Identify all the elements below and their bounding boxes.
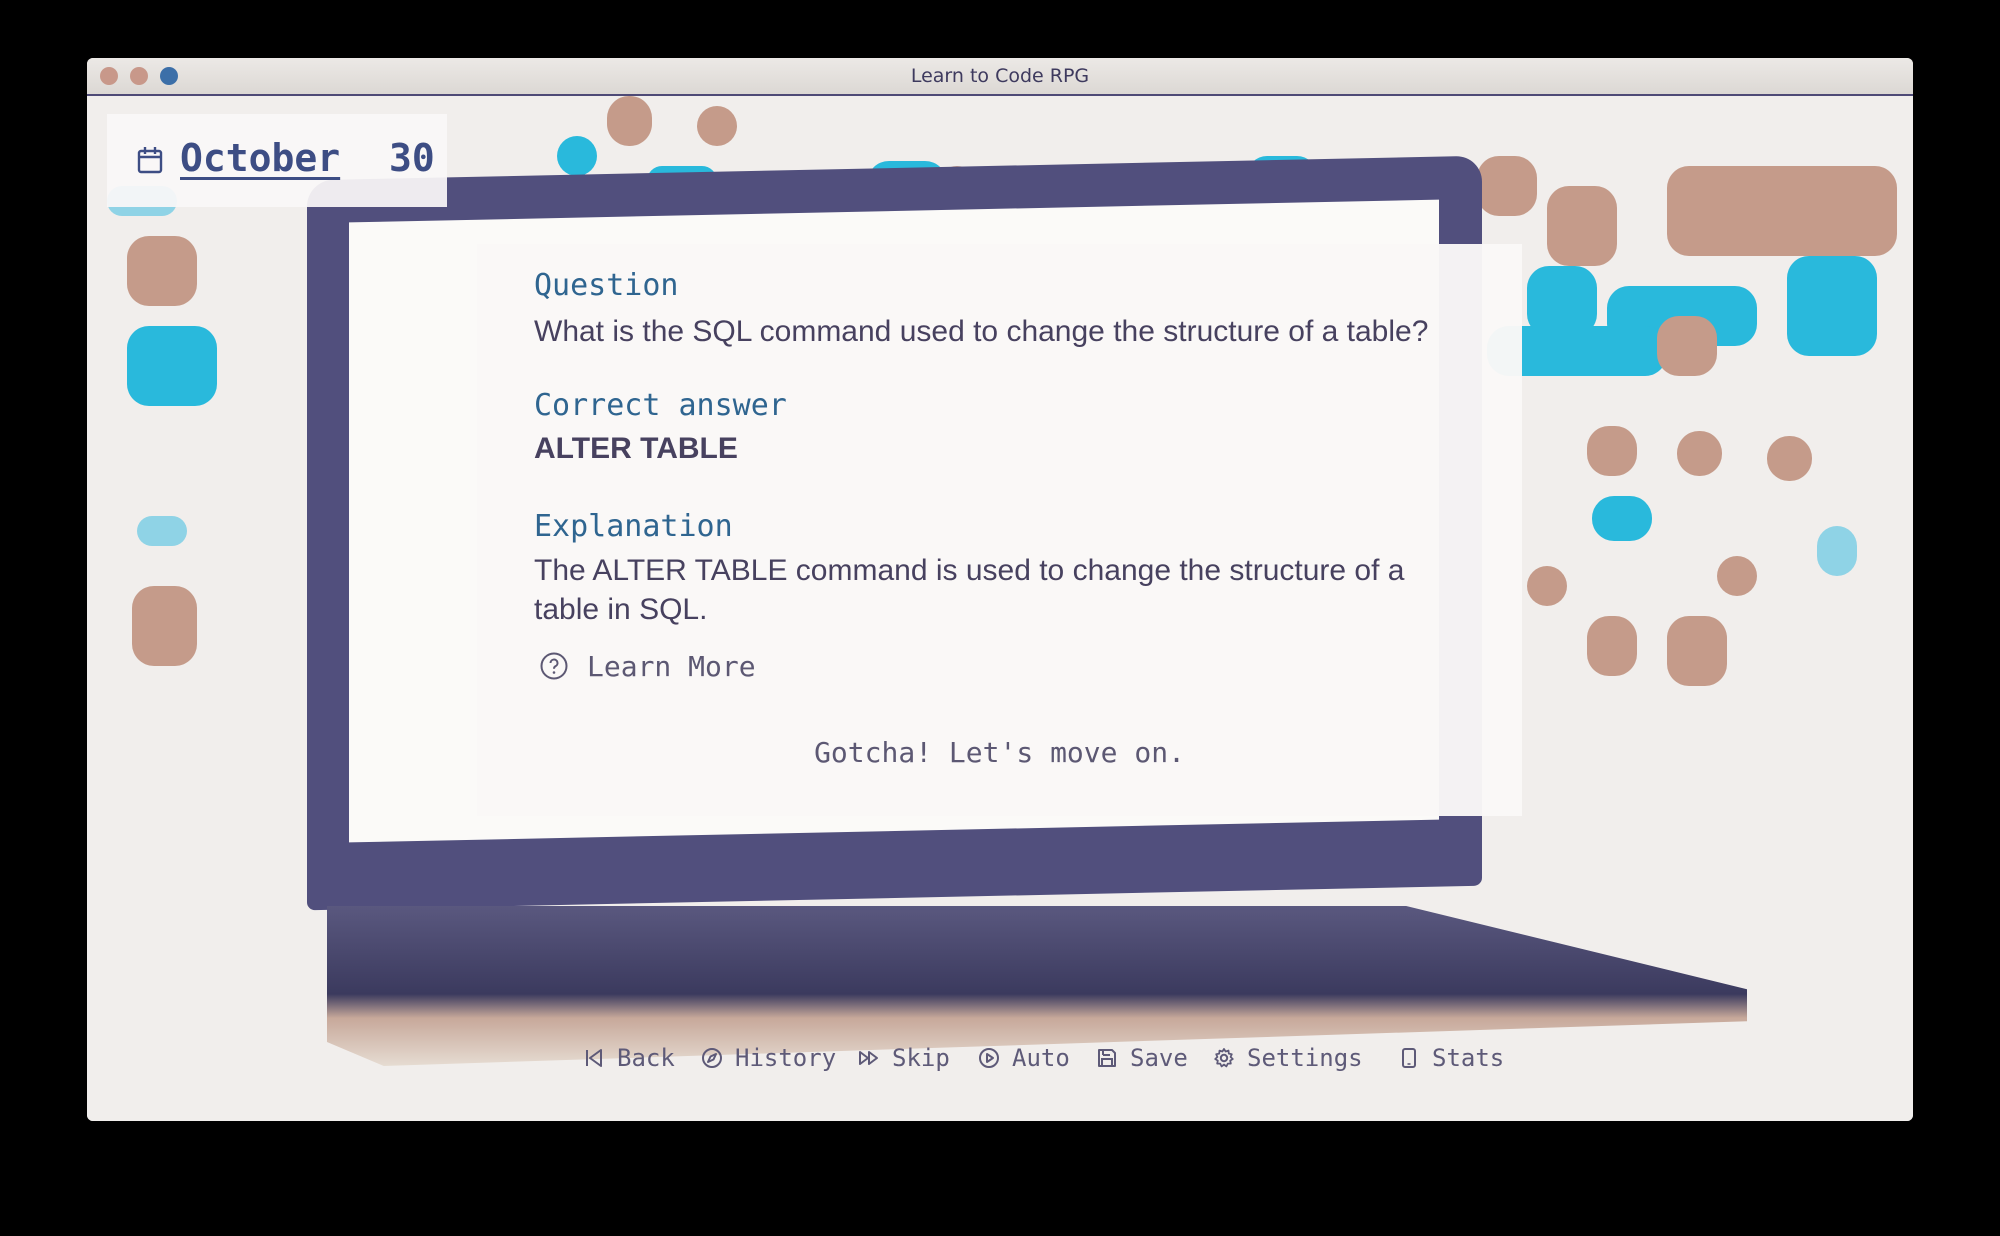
date-day: 30 (389, 136, 435, 180)
save-label: Save (1130, 1044, 1188, 1072)
history-button[interactable]: History (701, 1038, 836, 1078)
phone-icon (1402, 1048, 1416, 1068)
game-scene[interactable]: October 30 Question What is the SQL comm… (87, 96, 1913, 1121)
date-display: October 30 (107, 114, 447, 207)
stats-button[interactable]: Stats (1398, 1038, 1504, 1078)
gear-icon (1214, 1048, 1234, 1068)
auto-button[interactable]: Auto (978, 1038, 1070, 1078)
question-label: Question (534, 268, 679, 303)
back-button[interactable]: Back (583, 1038, 675, 1078)
continue-button[interactable]: Gotcha! Let's move on. (477, 736, 1522, 769)
stats-label: Stats (1432, 1044, 1505, 1072)
question-text: What is the SQL command used to change t… (534, 315, 1429, 348)
save-button[interactable]: Save (1096, 1038, 1188, 1078)
skip-button[interactable]: Skip (858, 1038, 950, 1078)
fast-forward-icon (859, 1051, 878, 1065)
learn-more-link[interactable]: Learn More (539, 648, 756, 684)
answer-dialog: Question What is the SQL command used to… (477, 244, 1522, 816)
play-circle-icon (979, 1048, 999, 1068)
quick-menu: Back History Skip Auto Save Settings Sta… (87, 1038, 1913, 1078)
calendar-icon (137, 147, 163, 174)
answer-text: ALTER TABLE (534, 432, 738, 465)
app-window: Learn to Code RPG October 30 Question Wh… (87, 58, 1913, 1121)
answer-label: Correct answer (534, 388, 787, 423)
skip-label: Skip (892, 1044, 950, 1072)
compass-icon (702, 1048, 722, 1068)
title-bar[interactable]: Learn to Code RPG (87, 58, 1913, 96)
skip-back-icon (586, 1049, 602, 1067)
history-label: History (735, 1044, 837, 1072)
explanation-text: The ALTER TABLE command is used to chang… (534, 554, 1405, 626)
back-label: Back (617, 1044, 675, 1072)
question-circle-icon (540, 652, 568, 680)
settings-button[interactable]: Settings (1213, 1038, 1363, 1078)
window-title: Learn to Code RPG (910, 65, 1090, 87)
auto-label: Auto (1012, 1044, 1070, 1072)
floppy-icon (1098, 1049, 1116, 1067)
learn-more-label[interactable]: Learn More (587, 650, 756, 683)
date-month[interactable]: October (180, 136, 340, 180)
settings-label: Settings (1247, 1044, 1363, 1072)
explanation-label: Explanation (534, 509, 733, 544)
